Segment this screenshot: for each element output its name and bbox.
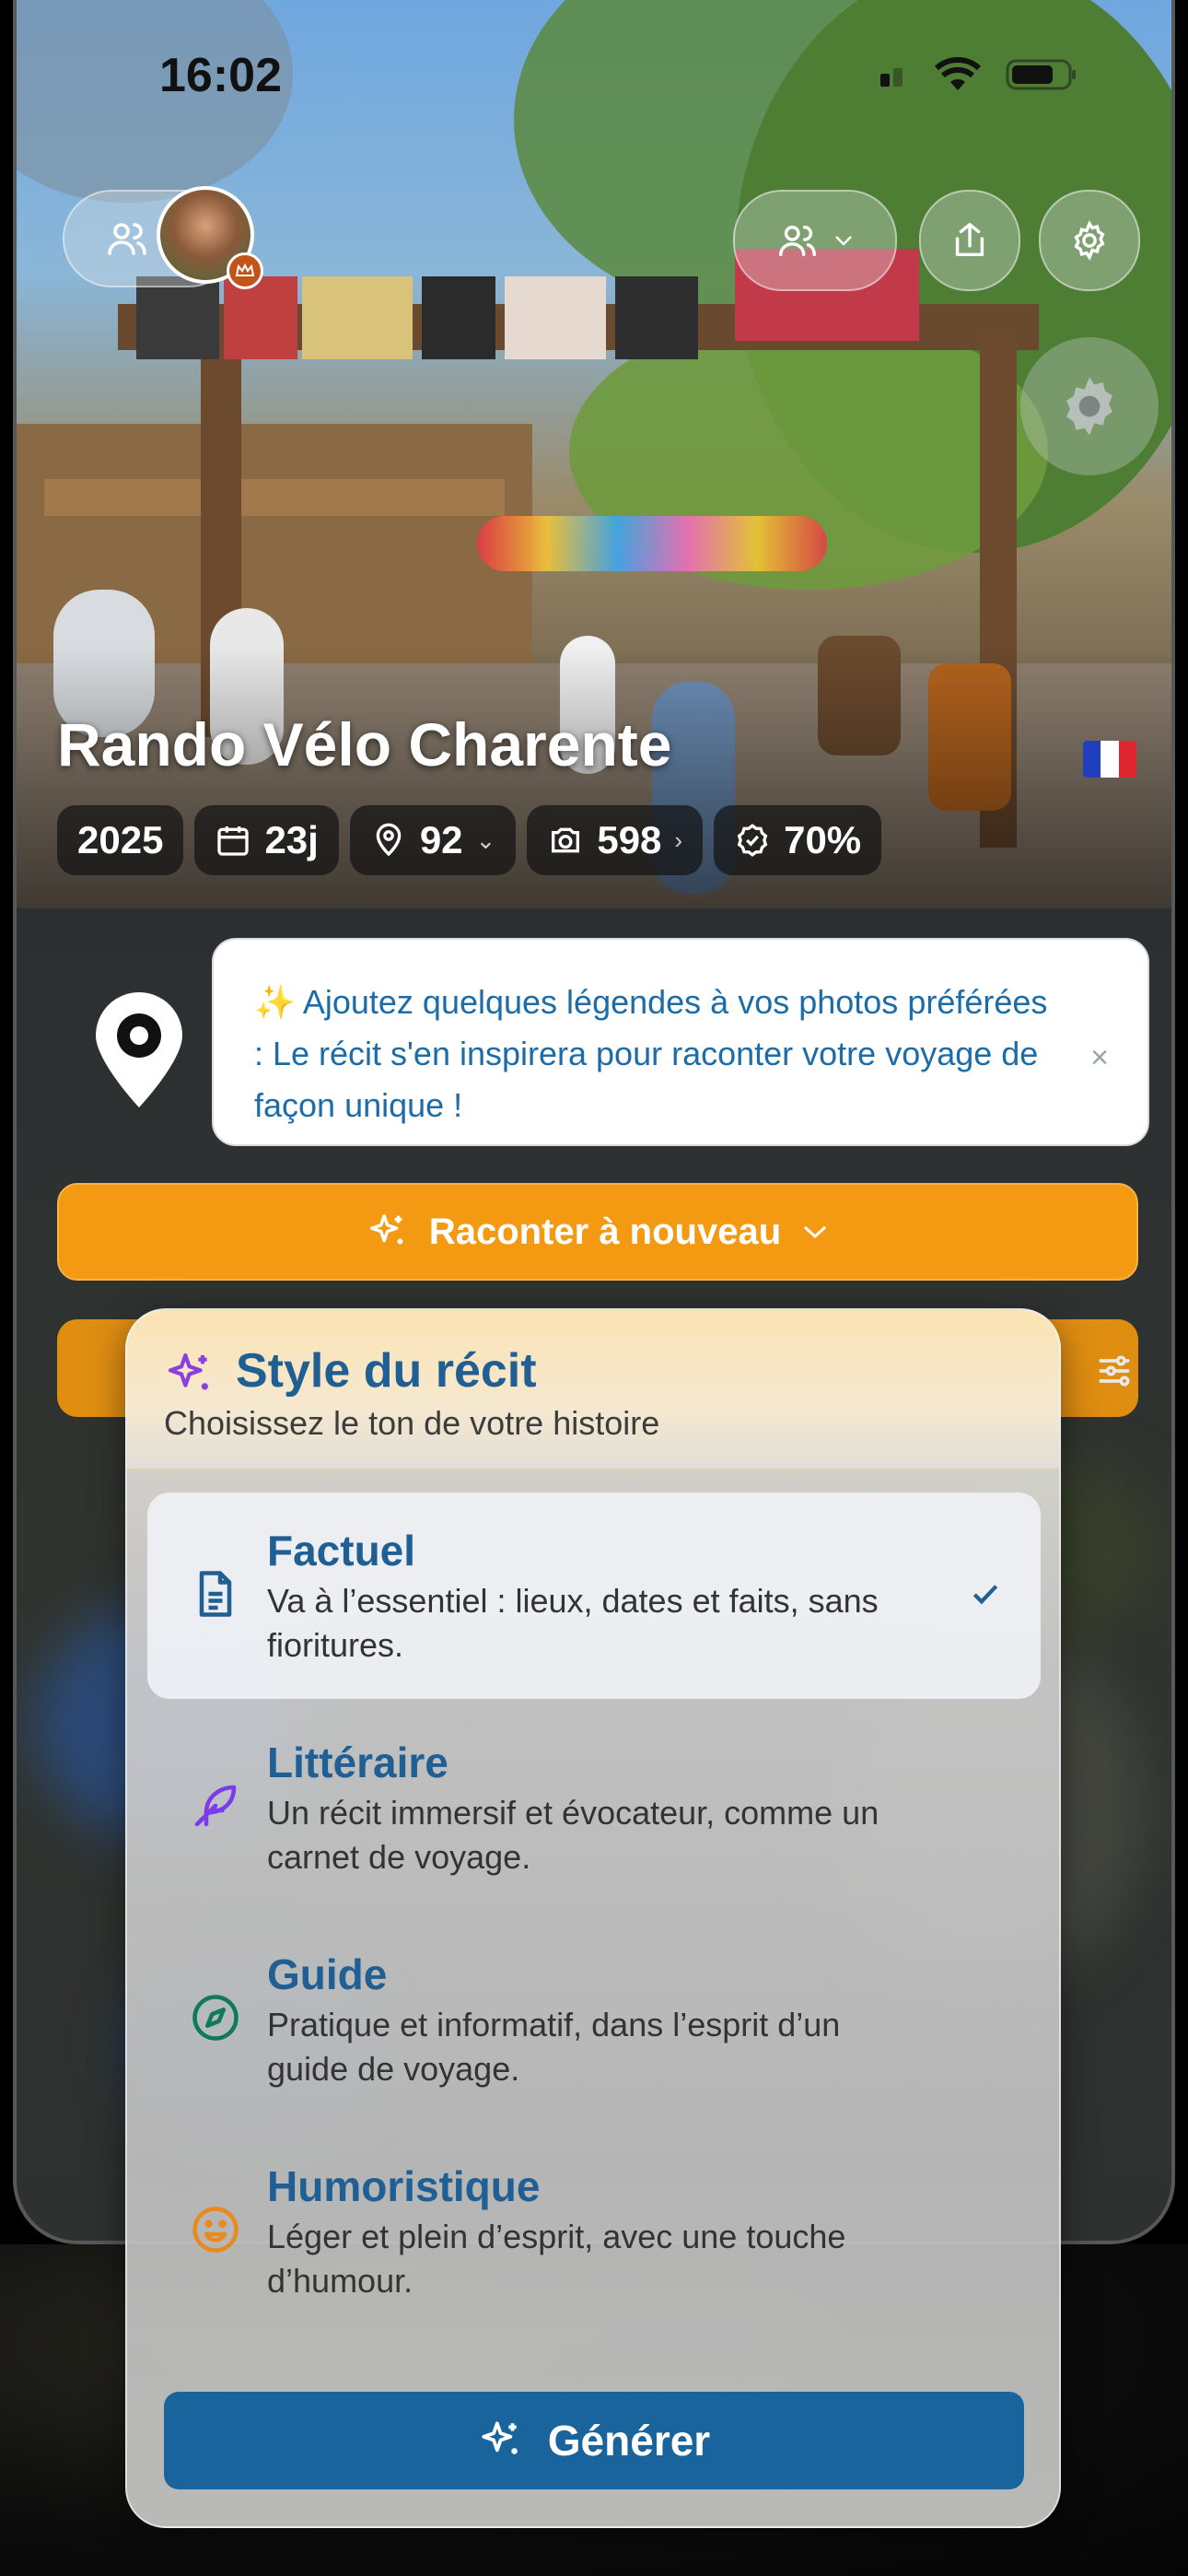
check-icon <box>973 1585 998 1605</box>
stat-photos-button[interactable]: 598 › <box>527 805 704 875</box>
chevron-right-icon: › <box>674 825 683 854</box>
style-option-title: Littéraire <box>267 1739 448 1786</box>
chevron-down-icon: ⌄ <box>475 825 496 854</box>
gear-icon <box>1074 220 1105 261</box>
stat-places-button[interactable]: 92 ⌄ <box>349 805 517 875</box>
style-option-factuel[interactable]: Factuel Va à l’essentiel : lieux, dates … <box>147 1493 1041 1699</box>
smile-icon <box>192 2207 239 2253</box>
chevron-down-icon <box>835 236 852 246</box>
style-option-desc: Pratique et informatif, dans l’esprit d’… <box>267 2006 841 2088</box>
stat-year-label: 2025 <box>77 818 164 861</box>
flag-france-icon <box>1083 741 1136 778</box>
battery-icon <box>1006 59 1076 90</box>
calendar-icon <box>217 826 250 856</box>
style-option-desc: Va à l’essentiel : lieux, dates et faits… <box>267 1582 879 1664</box>
share-icon <box>955 223 984 257</box>
chevron-down-icon <box>804 1225 827 1239</box>
stat-year: 2025 <box>57 805 184 875</box>
users-icon <box>779 225 816 257</box>
camera-icon <box>552 827 580 853</box>
stat-duration-label: 23j <box>264 818 319 861</box>
style-option-title: Humoristique <box>267 2162 541 2210</box>
style-option-guide[interactable]: Guide Pratique et informatif, dans l’esp… <box>147 1916 1041 2123</box>
status-icons <box>879 57 1077 92</box>
wifi-icon <box>934 57 982 90</box>
stat-photos-label: 598 <box>597 818 662 861</box>
settings-button[interactable] <box>1039 190 1140 291</box>
style-option-humoristique[interactable]: Humoristique Léger et plein d’esprit, av… <box>147 2128 1041 2335</box>
compass-icon <box>192 1995 239 2041</box>
tip-card: ✨ Ajoutez quelques légendes à vos photos… <box>212 938 1149 1146</box>
trip-stats: 2025 23j 92 ⌄ 598 › 70% <box>57 805 882 875</box>
retell-button-label: Raconter à nouveau <box>428 1211 782 1252</box>
stat-completion-label: 70% <box>784 818 862 861</box>
style-option-title: Guide <box>267 1950 388 1998</box>
feather-icon <box>194 1785 237 1827</box>
document-icon <box>199 1571 232 1617</box>
story-style-popover: Style du récit Choisissez le ton de votr… <box>125 1308 1061 2528</box>
stat-places-label: 92 <box>419 818 463 861</box>
map-pin-marker-icon <box>90 991 188 1116</box>
sparkles-icon <box>482 2421 518 2454</box>
crown-icon <box>227 252 263 289</box>
users-icon <box>108 223 146 255</box>
trip-title: Rando Vélo Charente <box>57 710 672 779</box>
sparkles-icon <box>369 1214 403 1245</box>
popover-title: Style du récit <box>236 1344 537 1398</box>
popover-subtitle: Choisissez le ton de votre histoire <box>164 1404 660 1442</box>
tip-text: ✨ Ajoutez quelques légendes à vos photos… <box>254 983 1048 1124</box>
badge-check-icon <box>737 824 768 857</box>
status-time: 16:02 <box>159 49 282 102</box>
sparkles-icon <box>164 1349 215 1405</box>
collaborators-dropdown[interactable] <box>733 190 897 291</box>
signal-icon <box>880 68 903 87</box>
generate-button[interactable]: Générer <box>164 2392 1024 2489</box>
stat-duration: 23j <box>194 805 339 875</box>
generate-button-label: Générer <box>547 2417 711 2465</box>
map-pin-icon <box>376 823 402 857</box>
style-option-desc: Un récit immersif et évocateur, comme un… <box>267 1794 879 1876</box>
sliders-icon[interactable] <box>1094 1351 1135 1396</box>
cover-photo[interactable]: 16:02 Rando Vélo Charente 2025 23j 92 ⌄ … <box>17 0 1171 908</box>
style-option-title: Factuel <box>267 1527 416 1575</box>
share-button[interactable] <box>919 190 1020 291</box>
stat-completion[interactable]: 70% <box>714 805 882 875</box>
style-option-desc: Léger et plein d’esprit, avec une touche… <box>267 2218 846 2300</box>
popover-header: Style du récit Choisissez le ton de votr… <box>127 1310 1059 1470</box>
close-icon[interactable]: × <box>1090 1032 1109 1083</box>
retell-button[interactable]: Raconter à nouveau <box>57 1183 1138 1281</box>
floating-gear-icon[interactable] <box>1020 337 1159 475</box>
style-option-litteraire[interactable]: Littéraire Un récit immersif et évocateu… <box>147 1704 1041 1911</box>
